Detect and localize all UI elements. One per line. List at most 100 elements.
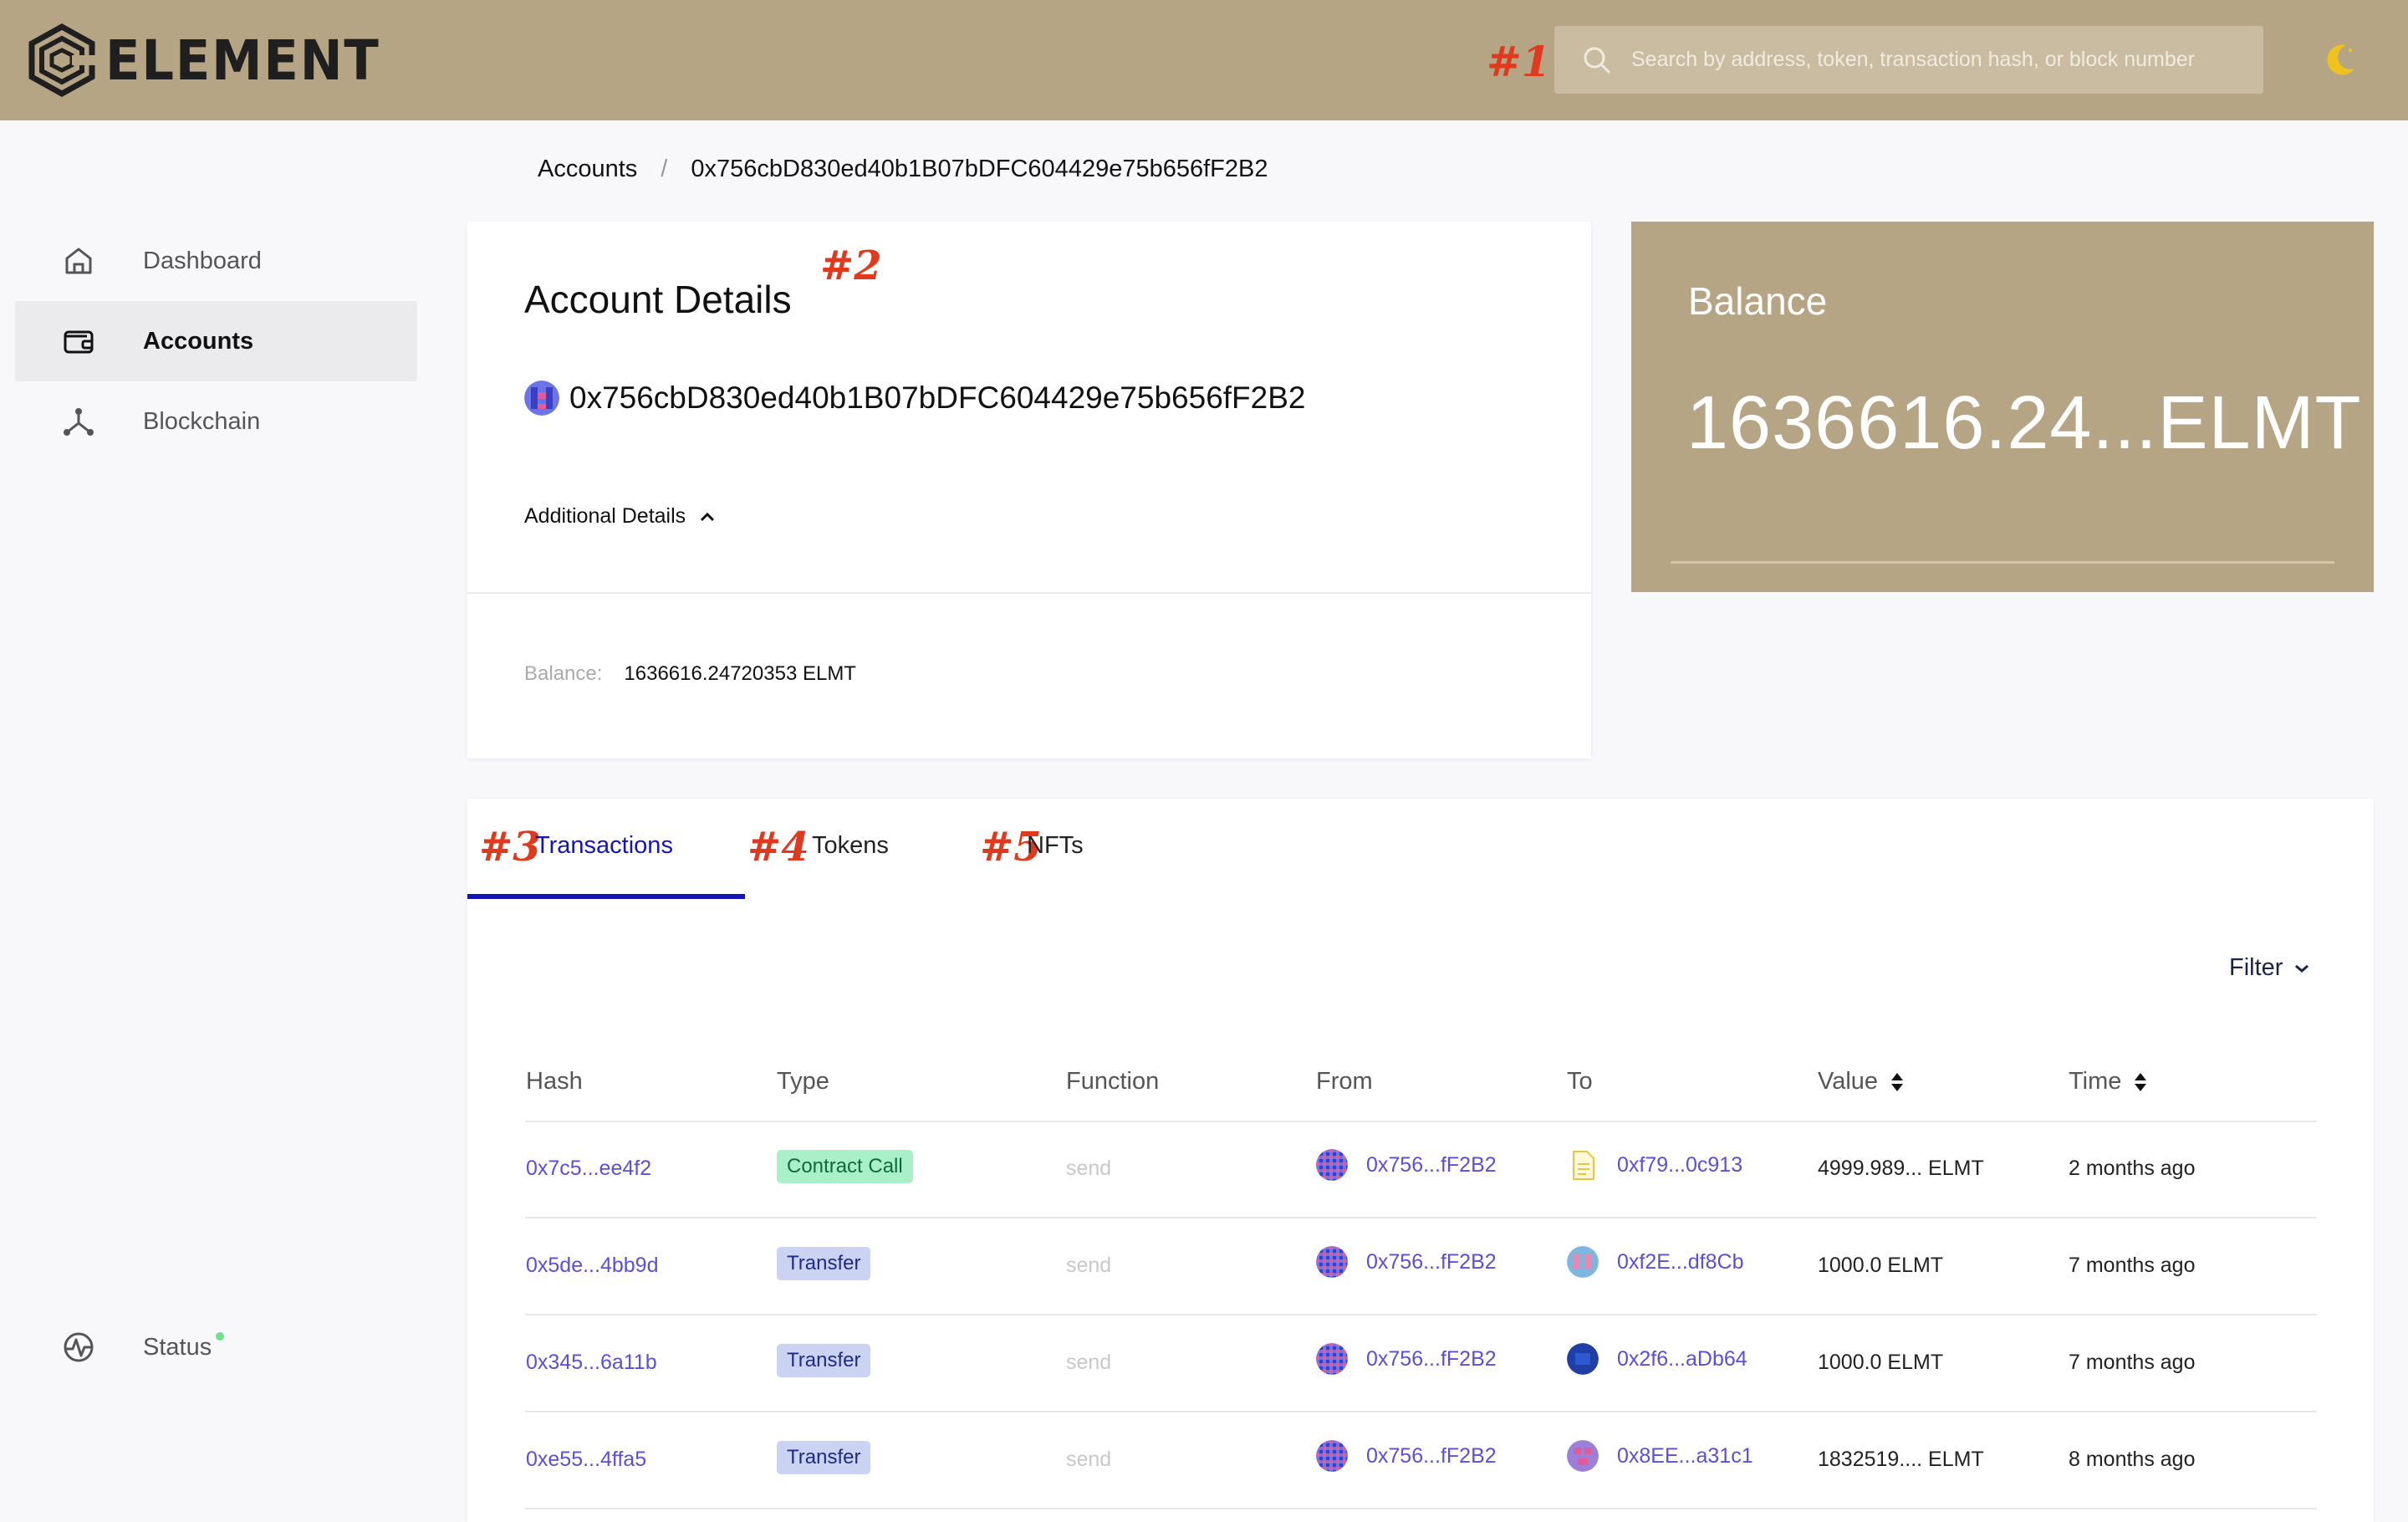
tab-tokens[interactable]: Tokens bbox=[812, 832, 889, 860]
account-details-title: Account Details bbox=[524, 278, 792, 321]
sidebar-item-status[interactable]: Status bbox=[15, 1307, 417, 1387]
sort-icon bbox=[1891, 1072, 1904, 1091]
card-divider bbox=[467, 592, 1591, 594]
breadcrumb-accounts-link[interactable]: Accounts bbox=[538, 156, 637, 183]
active-tab-indicator bbox=[467, 894, 745, 899]
balance-card-divider bbox=[1671, 561, 2334, 564]
additional-details-label: Additional Details bbox=[524, 504, 686, 528]
tx-to: 0xf2E...df8Cb bbox=[1567, 1246, 1743, 1278]
column-header-function: Function bbox=[1066, 1068, 1160, 1095]
sort-icon bbox=[2135, 1072, 2147, 1091]
filter-label: Filter bbox=[2229, 954, 2283, 981]
tx-from-link[interactable]: 0x756...fF2B2 bbox=[1366, 1347, 1497, 1371]
tx-from-link[interactable]: 0x756...fF2B2 bbox=[1366, 1250, 1497, 1274]
search-box[interactable] bbox=[1554, 26, 2263, 94]
from-avatar bbox=[1316, 1343, 1348, 1375]
account-avatar bbox=[524, 380, 559, 416]
column-header-hash: Hash bbox=[526, 1068, 583, 1095]
home-icon bbox=[65, 248, 92, 274]
tx-from: 0x756...fF2B2 bbox=[1316, 1149, 1497, 1181]
tx-function: send bbox=[1066, 1351, 1112, 1374]
table-divider bbox=[525, 1217, 2317, 1218]
sidebar-item-blockchain[interactable]: Blockchain bbox=[15, 381, 417, 462]
table-divider bbox=[525, 1411, 2317, 1412]
tx-function: send bbox=[1066, 1157, 1112, 1180]
additional-details-toggle[interactable]: Additional Details bbox=[524, 504, 716, 529]
tx-to: 0xf79...0c913 bbox=[1567, 1149, 1742, 1181]
tx-time: 2 months ago bbox=[2069, 1157, 2196, 1180]
tab-nfts[interactable]: NFTs bbox=[1027, 832, 1084, 860]
status-indicator bbox=[216, 1332, 224, 1341]
column-header-to: To bbox=[1567, 1068, 1593, 1095]
annotation-marker-4: #4 bbox=[747, 824, 809, 871]
tx-time: 7 months ago bbox=[2069, 1351, 2196, 1374]
filter-button[interactable]: Filter bbox=[2229, 954, 2309, 982]
tx-to: 0x2f6...aDb64 bbox=[1567, 1343, 1747, 1375]
moon-icon[interactable] bbox=[2321, 40, 2360, 79]
tx-from-link[interactable]: 0x756...fF2B2 bbox=[1366, 1153, 1497, 1177]
tx-to: 0x8EE...a31c1 bbox=[1567, 1440, 1753, 1472]
tx-value: 1000.0 ELMT bbox=[1818, 1351, 1944, 1374]
search-input[interactable] bbox=[1630, 47, 2252, 73]
brand-logo[interactable]: ELEMENT bbox=[28, 23, 404, 97]
chevron-up-icon bbox=[701, 512, 715, 521]
balance-card: Balance 1636616.24...ELMT bbox=[1631, 222, 2374, 592]
column-header-time[interactable]: Time bbox=[2069, 1068, 2148, 1096]
table-divider bbox=[525, 1314, 2317, 1315]
from-avatar bbox=[1316, 1440, 1348, 1472]
breadcrumb-current: 0x756cbD830ed40b1B07bDFC604429e75b656fF2… bbox=[691, 156, 1268, 182]
annotation-marker-2: #2 bbox=[820, 243, 882, 289]
tx-to-link[interactable]: 0x8EE...a31c1 bbox=[1617, 1444, 1753, 1468]
breadcrumb-separator: / bbox=[661, 156, 668, 182]
tx-hash-link[interactable]: 0xe55...4ffa5 bbox=[526, 1448, 646, 1472]
top-header: ELEMENT #1 bbox=[0, 0, 2408, 120]
contract-document-icon bbox=[1573, 1151, 1594, 1180]
chevron-down-icon bbox=[2295, 964, 2309, 973]
tx-time: 7 months ago bbox=[2069, 1254, 2196, 1277]
element-logo-icon bbox=[28, 23, 95, 97]
table-divider bbox=[525, 1508, 2317, 1509]
tx-value: 4999.989... ELMT bbox=[1818, 1157, 1984, 1180]
account-details-card: Account Details #2 0x756cbD830ed40b1B07b… bbox=[467, 222, 1591, 758]
tx-type-badge: Transfer bbox=[777, 1247, 871, 1280]
tx-hash-link[interactable]: 0x7c5...ee4f2 bbox=[526, 1157, 651, 1181]
tab-transactions[interactable]: Transactions bbox=[535, 832, 673, 860]
tx-type-badge: Transfer bbox=[777, 1344, 871, 1377]
column-header-type: Type bbox=[777, 1068, 829, 1095]
sidebar-item-label: Dashboard bbox=[143, 247, 262, 274]
annotation-marker-1: #1 bbox=[1487, 37, 1551, 86]
tx-value: 1000.0 ELMT bbox=[1818, 1254, 1944, 1277]
sidebar-item-dashboard[interactable]: Dashboard bbox=[15, 221, 417, 301]
tx-time: 8 months ago bbox=[2069, 1448, 2196, 1471]
activity-icon bbox=[64, 1332, 94, 1362]
balance-label: Balance: bbox=[524, 662, 603, 685]
tx-hash-link[interactable]: 0x345...6a11b bbox=[526, 1351, 657, 1375]
breadcrumb: Accounts / 0x756cbD830ed40b1B07bDFC60442… bbox=[538, 156, 1268, 183]
account-address-row: 0x756cbD830ed40b1B07bDFC604429e75b656fF2… bbox=[524, 380, 1305, 416]
tx-to-link[interactable]: 0xf2E...df8Cb bbox=[1617, 1250, 1743, 1274]
balance-value: 1636616.24720353 ELMT bbox=[624, 662, 856, 685]
transactions-card: #3 Transactions #4 Tokens #5 NFTs Filter… bbox=[467, 799, 2374, 1522]
balance-card-amount: 1636616.24...ELMT bbox=[1686, 381, 2362, 465]
annotation-marker-3: #3 bbox=[479, 824, 541, 871]
tx-from-link[interactable]: 0x756...fF2B2 bbox=[1366, 1444, 1497, 1468]
tx-value: 1832519.... ELMT bbox=[1818, 1448, 1984, 1471]
tx-to-link[interactable]: 0x2f6...aDb64 bbox=[1617, 1347, 1747, 1371]
tx-function: send bbox=[1066, 1448, 1112, 1471]
tx-from: 0x756...fF2B2 bbox=[1316, 1343, 1497, 1375]
sidebar-item-accounts[interactable]: Accounts bbox=[15, 301, 417, 381]
to-avatar bbox=[1567, 1440, 1599, 1472]
to-avatar bbox=[1567, 1246, 1599, 1278]
column-header-value[interactable]: Value bbox=[1818, 1068, 1905, 1096]
tx-from: 0x756...fF2B2 bbox=[1316, 1440, 1497, 1472]
tx-hash-link[interactable]: 0x5de...4bb9d bbox=[526, 1254, 658, 1278]
tx-type-badge: Contract Call bbox=[777, 1150, 913, 1183]
tx-type-badge: Transfer bbox=[777, 1441, 871, 1474]
network-icon bbox=[64, 408, 94, 436]
tx-to-link[interactable]: 0xf79...0c913 bbox=[1617, 1153, 1742, 1177]
brand-name: ELEMENT bbox=[105, 28, 380, 93]
sidebar-item-label: Status bbox=[143, 1333, 212, 1361]
column-header-from: From bbox=[1316, 1068, 1373, 1095]
table-divider bbox=[525, 1121, 2317, 1122]
tx-function: send bbox=[1066, 1254, 1112, 1277]
